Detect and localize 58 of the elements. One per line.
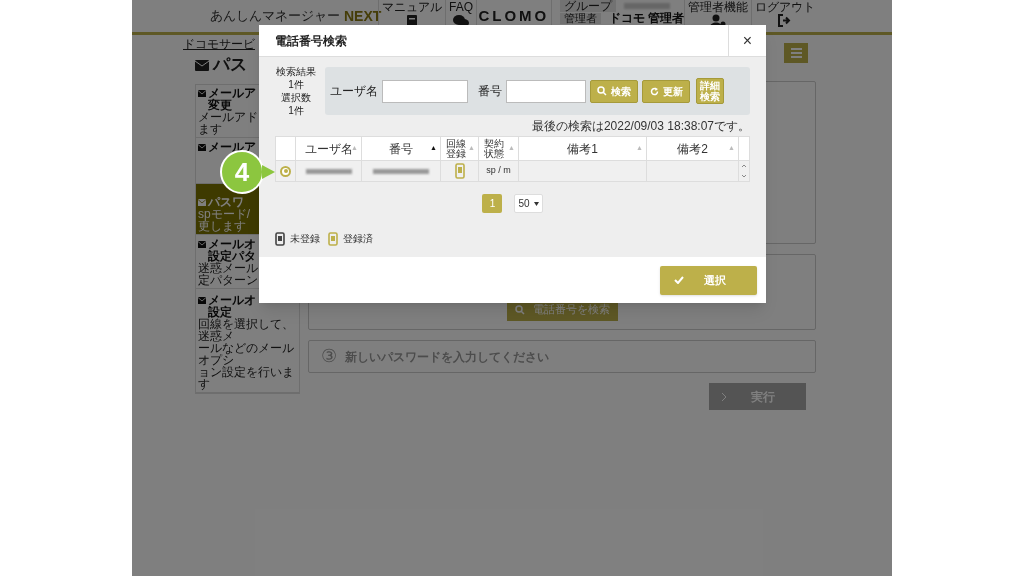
role-label: 管理者 (559, 12, 601, 24)
menu-description: ョン設定を行います (198, 366, 295, 390)
refresh-icon (649, 86, 659, 96)
last-search-text: 最後の検索は2022/09/03 18:38:07です。 (531, 120, 750, 133)
menu-title: メールア (208, 87, 256, 99)
breadcrumb-link[interactable]: ドコモサービ (183, 38, 255, 50)
mail-icon (198, 198, 206, 206)
menu-title: 設定パタ (208, 250, 256, 262)
input-field[interactable] (382, 79, 468, 103)
menu-description: 迷惑メール (198, 262, 258, 274)
mail-icon (198, 240, 206, 248)
logout-icon (777, 14, 793, 27)
modal-title: 電話番号検索 (274, 32, 348, 50)
menu-title: 変更 (208, 99, 232, 111)
close-button[interactable]: × (728, 25, 766, 56)
group-label: グループ (559, 0, 616, 12)
page-size-select[interactable]: 50 (514, 194, 543, 213)
search-icon (514, 304, 525, 315)
menu-description: 回線を選択して、迷惑メ (198, 318, 295, 342)
menu-title: パスワ (208, 196, 244, 208)
menu-title: メールオ (208, 238, 256, 250)
stat-text: 検索結果 (276, 65, 316, 78)
menu-description: ールなどのメールオプシ (198, 342, 295, 366)
logo-text: あんしんマネージャー (210, 7, 340, 26)
column-header[interactable]: 備考2 (677, 143, 708, 154)
column-header[interactable]: 契約状態 (483, 138, 504, 159)
redacted-text (373, 168, 429, 174)
check-icon (674, 276, 684, 284)
redacted-text (623, 3, 670, 9)
column-header[interactable]: 備考1 (567, 143, 598, 154)
table-cell: sp / m (486, 164, 511, 178)
brand-logo: CLOMO (478, 5, 550, 26)
mail-icon (198, 296, 206, 304)
page-title: パス (213, 54, 247, 77)
menu-description: spモード/ (198, 208, 250, 220)
legend-label: 登録済 (343, 232, 373, 246)
search-icon (597, 86, 607, 96)
chevron-icon (721, 391, 727, 402)
menu-button[interactable] (784, 43, 808, 63)
menu-title: メールオ (208, 294, 256, 306)
menu-description: ます (198, 123, 222, 135)
user-name: ドコモ 管理者 (608, 12, 684, 24)
input-field[interactable] (506, 79, 586, 103)
column-header[interactable]: ユーザ名 (304, 143, 353, 154)
field-label: ユーザ名 (330, 83, 378, 100)
menu-description: 更します (198, 220, 246, 232)
column-header[interactable]: 番号 (389, 143, 413, 154)
radio-button[interactable] (280, 165, 291, 177)
dropdown-arrow-icon (533, 201, 539, 206)
pointer-icon (262, 165, 275, 179)
field-label: 番号 (478, 83, 502, 100)
mail-icon (198, 89, 206, 97)
menu-title: 設定 (208, 306, 232, 318)
redacted-text (305, 168, 352, 174)
mail-icon (195, 59, 209, 71)
menu-description: 定パターン (198, 274, 258, 286)
column-header[interactable]: 回線登録 (445, 138, 466, 159)
menu-description: メールアド (198, 111, 258, 123)
